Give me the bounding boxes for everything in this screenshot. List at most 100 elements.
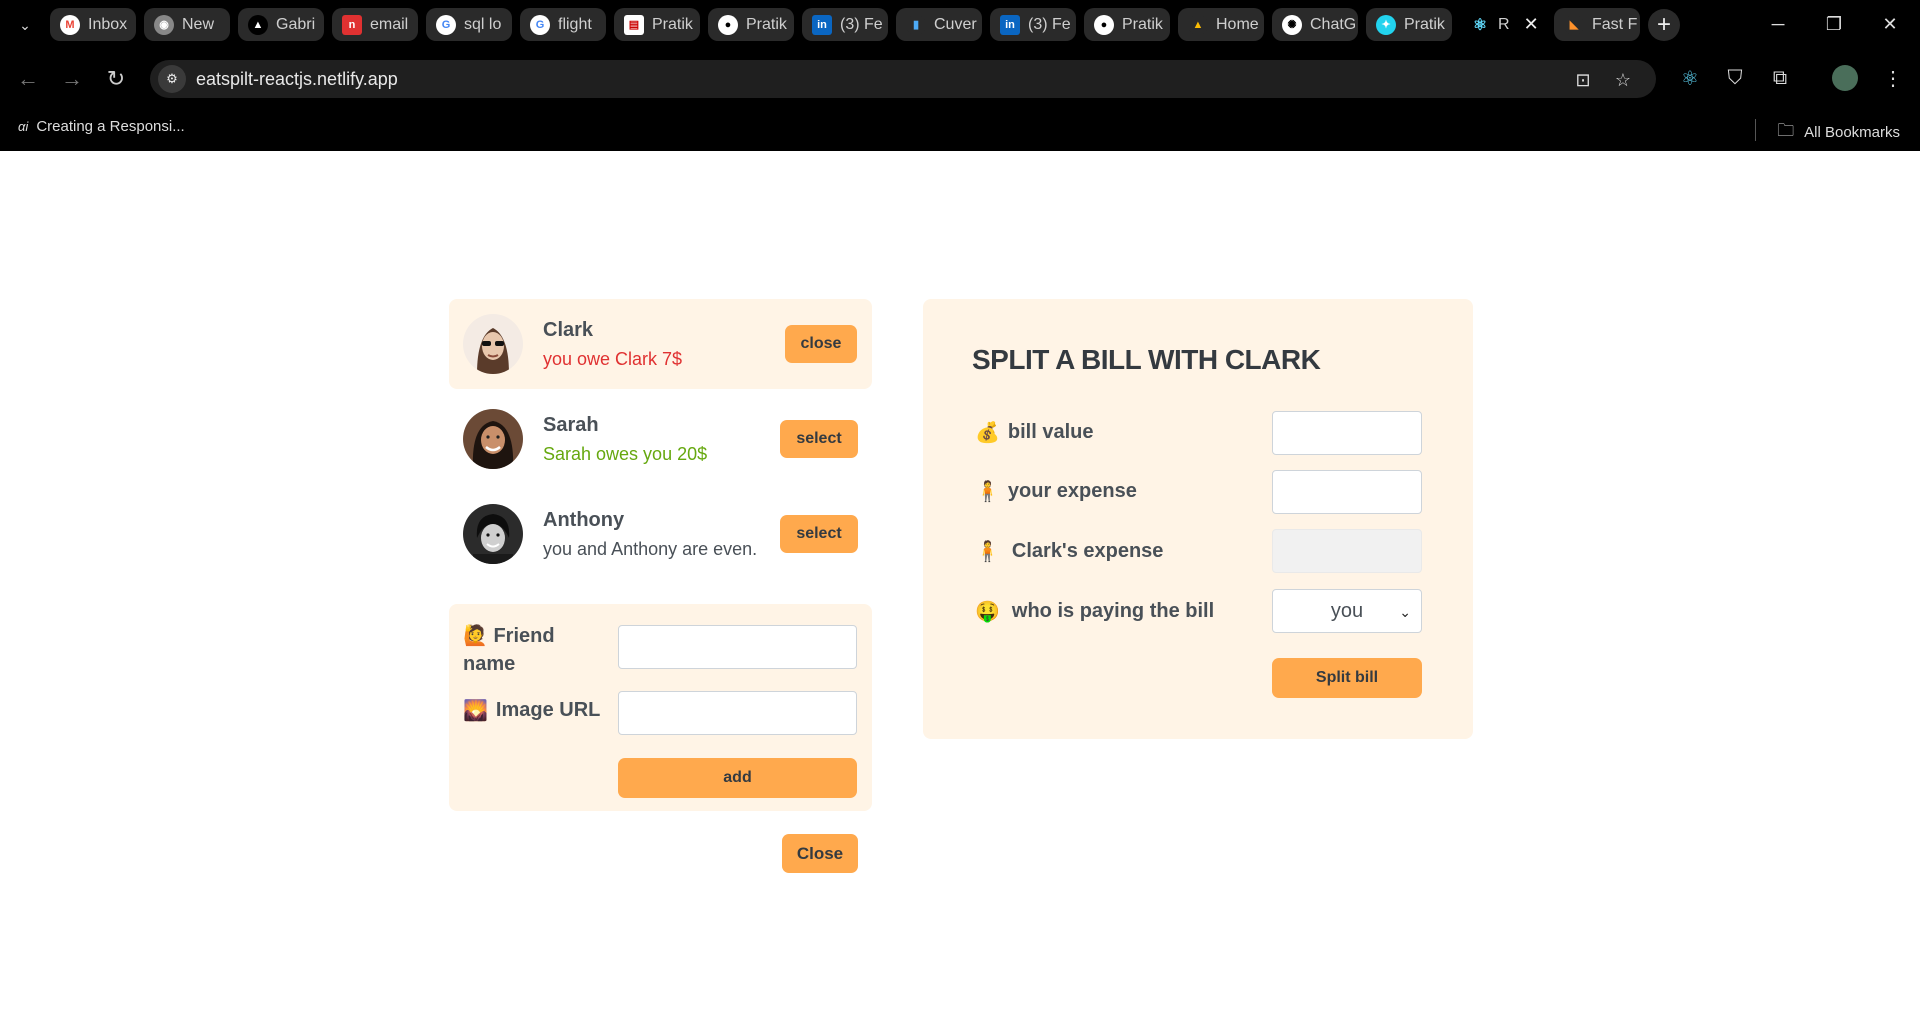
money-bag-icon: 💰 (975, 422, 1000, 444)
forward-icon[interactable]: → (56, 63, 88, 95)
site-info-icon[interactable]: ⚙ (158, 65, 186, 93)
close-window-icon[interactable]: ✕ (1862, 0, 1918, 49)
tab-new[interactable]: ◉ New (144, 8, 230, 41)
profile-avatar[interactable] (1832, 65, 1858, 91)
minimize-icon[interactable]: ─ (1750, 0, 1806, 49)
bookmark-item[interactable]: αi Creating a Responsi... (18, 118, 185, 135)
tab-linkedin[interactable]: in (3) Fe (802, 8, 888, 41)
tab-label: Pratik (1404, 15, 1445, 33)
bill-value-input[interactable] (1272, 411, 1422, 455)
react-icon: ⚛ (1470, 14, 1490, 35)
restore-icon[interactable]: ❐ (1806, 0, 1862, 49)
your-expense-label: 🧍 your expense (975, 479, 1137, 504)
split-bill-button[interactable]: Split bill (1272, 658, 1422, 698)
tab-active-react[interactable]: ⚛ R ✕ (1460, 8, 1546, 41)
close-tab-icon[interactable]: ✕ (1524, 14, 1539, 35)
linkedin-icon: in (812, 14, 832, 35)
image-url-label: 🌄 Image URL (463, 698, 600, 723)
n-icon: n (342, 14, 362, 35)
chrome-icon: ◉ (154, 14, 174, 35)
friend-name-input[interactable] (618, 625, 857, 669)
tab-chatgpt[interactable]: ✺ ChatG (1272, 8, 1358, 41)
select-friend-button[interactable]: select (780, 515, 858, 553)
tab-label: (3) Fe (840, 15, 883, 33)
menu-icon[interactable]: ⋮ (1878, 63, 1908, 93)
extensions-puzzle-icon[interactable]: ⧉ (1765, 63, 1795, 93)
friend-item-clark: Clark you owe Clark 7$ close (449, 299, 872, 389)
linkedin-icon: in (1000, 14, 1020, 35)
tab-strip: ⌄ M Inbox ◉ New ▲ Gabri n email G sql lo… (0, 0, 1920, 49)
back-icon[interactable]: ← (12, 63, 44, 95)
tab-label: (3) Fe (1028, 15, 1071, 33)
tab-label: Pratik (746, 15, 787, 33)
tab-label: New (182, 15, 215, 33)
reload-icon[interactable]: ↻ (100, 63, 132, 95)
tab-fast-food[interactable]: ◣ Fast F (1554, 8, 1640, 41)
tab-drive[interactable]: ▲ Home (1178, 8, 1264, 41)
github-icon: ● (1094, 14, 1114, 35)
tab-label: Gabri (276, 15, 316, 33)
tab-label: Inbox (88, 15, 128, 33)
gear-icon: ✦ (1376, 14, 1396, 35)
close-friend-button[interactable]: close (785, 325, 857, 363)
friend-balance: you and Anthony are even. (543, 539, 758, 559)
tab-pratik-gear[interactable]: ✦ Pratik (1366, 8, 1452, 41)
friend-balance: Sarah owes you 20$ (543, 444, 708, 464)
tab-cuver[interactable]: ▮ Cuver (896, 8, 982, 41)
react-devtools-icon[interactable]: ⚛ (1675, 63, 1705, 93)
bookmark-favicon-icon: αi (18, 119, 29, 134)
tab-gmail[interactable]: M Inbox (50, 8, 136, 41)
split-bill-title: SPLIT A BILL WITH CLARK (972, 344, 1321, 375)
friend-name: Clark (543, 319, 594, 341)
person-icon: 🧍 (975, 541, 1000, 563)
friend-name: Sarah (543, 414, 599, 436)
image-url-label-text: Image URL (495, 699, 601, 721)
friend-expense-label: 🧍 Clark's expense (975, 539, 1163, 564)
bookmarks-bar: αi Creating a Responsi... 🗀 All Bookmark… (0, 109, 1920, 151)
google-icon: G (436, 14, 456, 35)
tab-label: Pratik (652, 15, 693, 33)
tab-label: sql lo (464, 15, 502, 33)
cup-icon: ▮ (906, 14, 926, 35)
tab-label: Pratik (1122, 15, 1163, 33)
drive-icon: ▲ (1188, 14, 1208, 35)
avatar (463, 409, 523, 469)
payer-label: 🤑 who is paying the bill (975, 599, 1214, 624)
pizza-icon: ◣ (1564, 14, 1584, 35)
friend-item-anthony: Anthony you and Anthony are even. select (449, 489, 872, 579)
github-icon: ● (718, 14, 738, 35)
friend-name: Anthony (543, 509, 625, 531)
close-form-button[interactable]: Close (782, 834, 858, 873)
money-face-icon: 🤑 (975, 601, 1000, 623)
avatar (463, 314, 523, 374)
tab-pratik-doc[interactable]: ▤ Pratik (614, 8, 700, 41)
bill-value-label-text: bill value (1007, 421, 1094, 443)
tab-sql[interactable]: G sql lo (426, 8, 512, 41)
new-tab-button[interactable]: + (1648, 9, 1680, 41)
gmail-icon: M (60, 14, 80, 35)
tab-pratik-github[interactable]: ● Pratik (708, 8, 794, 41)
install-app-icon[interactable]: ⊡ (1570, 67, 1596, 93)
tab-label: Home (1216, 15, 1259, 33)
address-bar[interactable]: ⚙ eatspilt-reactjs.netlify.app ⊡ ☆ (150, 60, 1656, 98)
app-page: Clark you owe Clark 7$ close Sarah Sarah… (0, 151, 1920, 1021)
friend-expense-label-text: Clark's expense (1011, 540, 1164, 562)
bookmark-star-icon[interactable]: ☆ (1610, 67, 1636, 93)
tab-linkedin-2[interactable]: in (3) Fe (990, 8, 1076, 41)
tab-flight[interactable]: G flight (520, 8, 606, 41)
all-bookmarks-button[interactable]: 🗀 All Bookmarks (1777, 118, 1900, 147)
your-expense-label-text: your expense (1007, 480, 1137, 502)
select-friend-button[interactable]: select (780, 420, 858, 458)
payer-select[interactable]: you ⌄ (1272, 589, 1422, 633)
image-url-input[interactable] (618, 691, 857, 735)
add-friend-button[interactable]: add (618, 758, 857, 798)
tab-email[interactable]: n email (332, 8, 418, 41)
bookmarks-divider (1755, 119, 1756, 141)
tab-label: Fast F (1592, 15, 1638, 33)
tab-gabri[interactable]: ▲ Gabri (238, 8, 324, 41)
your-expense-input[interactable] (1272, 470, 1422, 514)
tab-pratik-github-2[interactable]: ● Pratik (1084, 8, 1170, 41)
payer-label-text: who is paying the bill (1011, 600, 1215, 622)
shield-icon[interactable]: ⛉ (1720, 63, 1750, 93)
tab-search-chevron-icon[interactable]: ⌄ (12, 12, 38, 38)
